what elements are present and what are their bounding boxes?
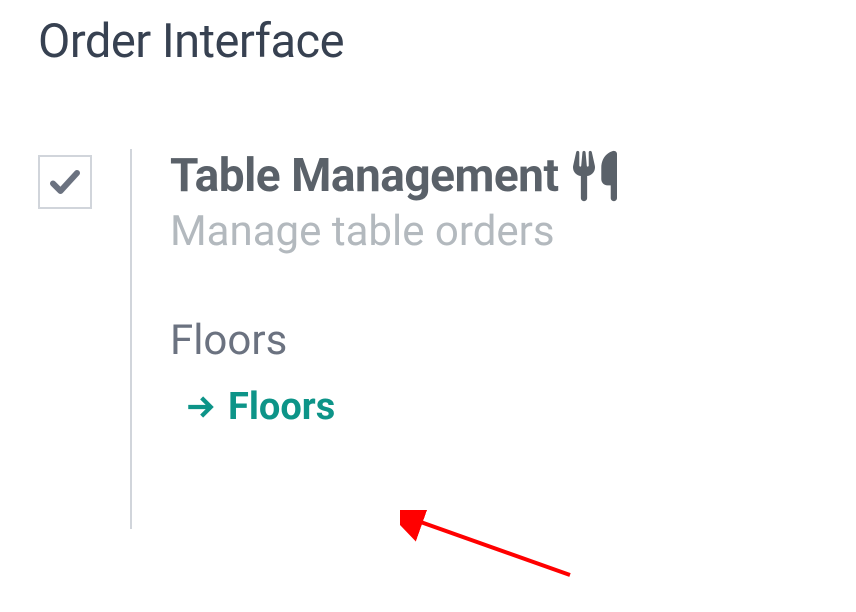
utensils-icon	[573, 150, 617, 202]
checkbox-wrapper	[38, 149, 92, 209]
setting-content: Table Management Manage table orders Flo…	[170, 149, 818, 429]
floors-link[interactable]: Floors	[170, 385, 818, 429]
floors-link-text: Floors	[228, 385, 335, 429]
arrow-right-icon	[184, 390, 218, 424]
table-management-checkbox[interactable]	[38, 155, 92, 209]
floors-field-label: Floors	[170, 316, 818, 365]
setting-row: Table Management Manage table orders Flo…	[38, 149, 818, 529]
setting-description: Manage table orders	[170, 207, 818, 256]
setting-title: Table Management	[170, 149, 559, 203]
section-title: Order Interface	[38, 14, 818, 69]
vertical-divider	[130, 149, 132, 529]
checkmark-icon	[47, 164, 83, 200]
setting-title-row: Table Management	[170, 149, 818, 203]
